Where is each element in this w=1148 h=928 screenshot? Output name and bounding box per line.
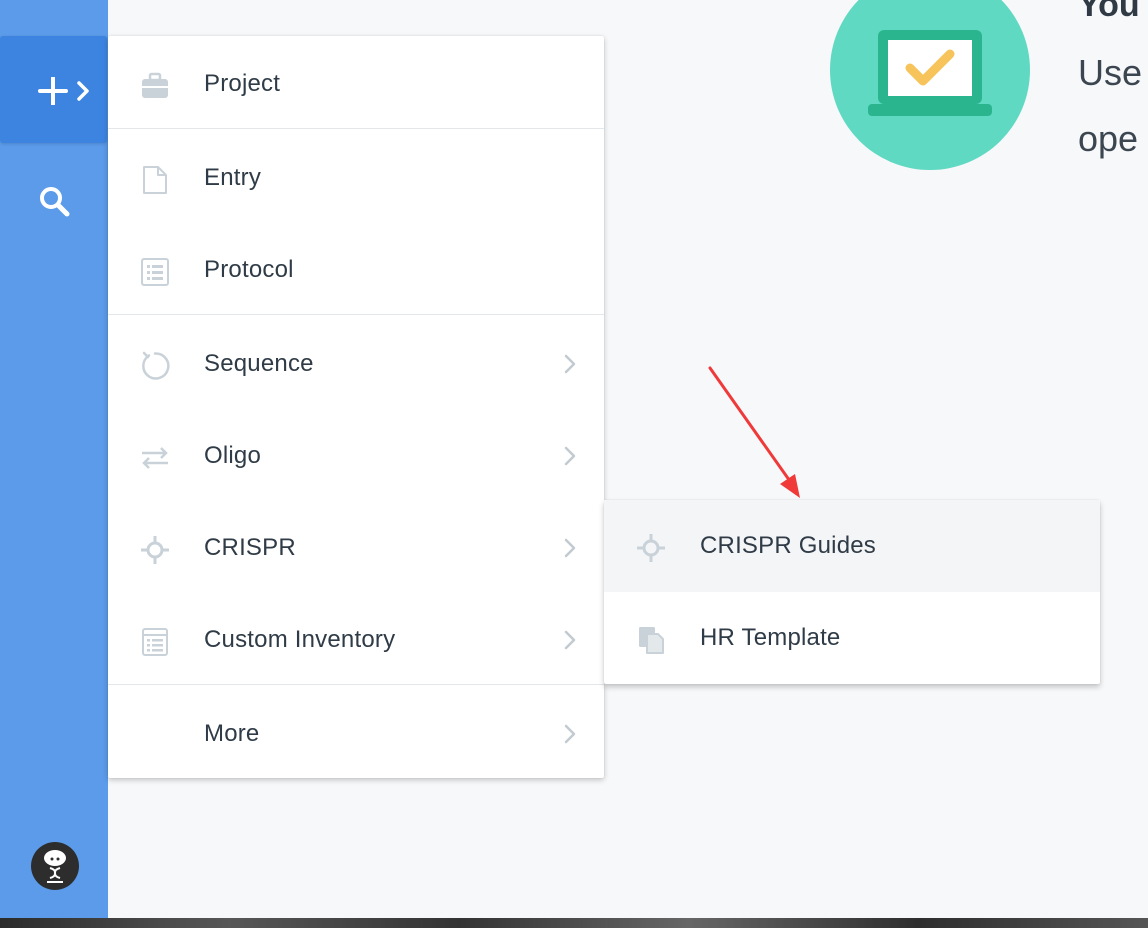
user-avatar[interactable] bbox=[31, 842, 79, 890]
red-arrow-icon bbox=[708, 366, 800, 498]
menu-item-custom-inventory[interactable]: Custom Inventory bbox=[108, 594, 604, 686]
inventory-list-icon bbox=[142, 628, 168, 656]
menu-divider bbox=[108, 128, 604, 129]
menu-item-project[interactable]: Project bbox=[108, 38, 604, 130]
user-avatar-icon bbox=[44, 850, 66, 883]
create-menu: Project Entry Protocol Sequence Oligo CR… bbox=[108, 36, 604, 778]
menu-item-crispr[interactable]: CRISPR bbox=[108, 502, 604, 594]
chevron-right-icon bbox=[564, 630, 576, 650]
copy-document-icon bbox=[639, 627, 664, 654]
menu-item-label: Project bbox=[204, 70, 281, 97]
plus-chevron-icon bbox=[38, 77, 89, 105]
search-icon bbox=[40, 187, 70, 217]
background-text-line-2: ope bbox=[1078, 118, 1139, 159]
briefcase-icon bbox=[142, 72, 168, 98]
crosshair-icon bbox=[637, 534, 665, 562]
menu-item-sequence[interactable]: Sequence bbox=[108, 318, 604, 410]
menu-divider bbox=[108, 684, 604, 685]
submenu-item-label: HR Template bbox=[700, 624, 841, 651]
list-icon bbox=[141, 258, 169, 286]
arrows-exchange-icon bbox=[142, 447, 168, 469]
menu-item-more[interactable]: More bbox=[108, 688, 604, 780]
menu-item-label: Protocol bbox=[204, 256, 294, 283]
menu-item-label: Sequence bbox=[204, 350, 314, 377]
menu-item-label: Custom Inventory bbox=[204, 626, 396, 653]
background-text-line-1: Use bbox=[1078, 52, 1143, 93]
laptop-checkmark-icon bbox=[830, 0, 1030, 170]
chevron-right-icon bbox=[564, 538, 576, 558]
menu-item-oligo[interactable]: Oligo bbox=[108, 410, 604, 502]
menu-item-label: Entry bbox=[204, 164, 262, 191]
menu-divider bbox=[108, 314, 604, 315]
desktop-background bbox=[0, 918, 1148, 928]
menu-item-protocol[interactable]: Protocol bbox=[108, 224, 604, 316]
chevron-right-icon bbox=[564, 724, 576, 744]
document-icon bbox=[143, 166, 167, 194]
menu-item-label: CRISPR bbox=[204, 534, 296, 561]
chevron-right-icon bbox=[564, 354, 576, 374]
chevron-right-icon bbox=[564, 446, 576, 466]
submenu-item-hr-template[interactable]: HR Template bbox=[604, 592, 1100, 684]
menu-item-label: More bbox=[204, 720, 260, 747]
crispr-submenu: CRISPR Guides HR Template bbox=[604, 500, 1100, 684]
create-new-button[interactable] bbox=[0, 36, 107, 143]
menu-item-entry[interactable]: Entry bbox=[108, 132, 604, 224]
crosshair-icon bbox=[141, 536, 169, 564]
sidebar bbox=[0, 0, 108, 918]
menu-item-label: Oligo bbox=[204, 442, 262, 469]
app-window: You Use ope Project Entry Protocol Seque… bbox=[0, 0, 1148, 918]
submenu-item-label: CRISPR Guides bbox=[700, 532, 876, 559]
background-title: You bbox=[1078, 0, 1140, 24]
submenu-item-crispr-guides[interactable]: CRISPR Guides bbox=[604, 500, 1100, 592]
circle-sequence-icon bbox=[142, 351, 170, 380]
search-button[interactable] bbox=[36, 183, 72, 219]
